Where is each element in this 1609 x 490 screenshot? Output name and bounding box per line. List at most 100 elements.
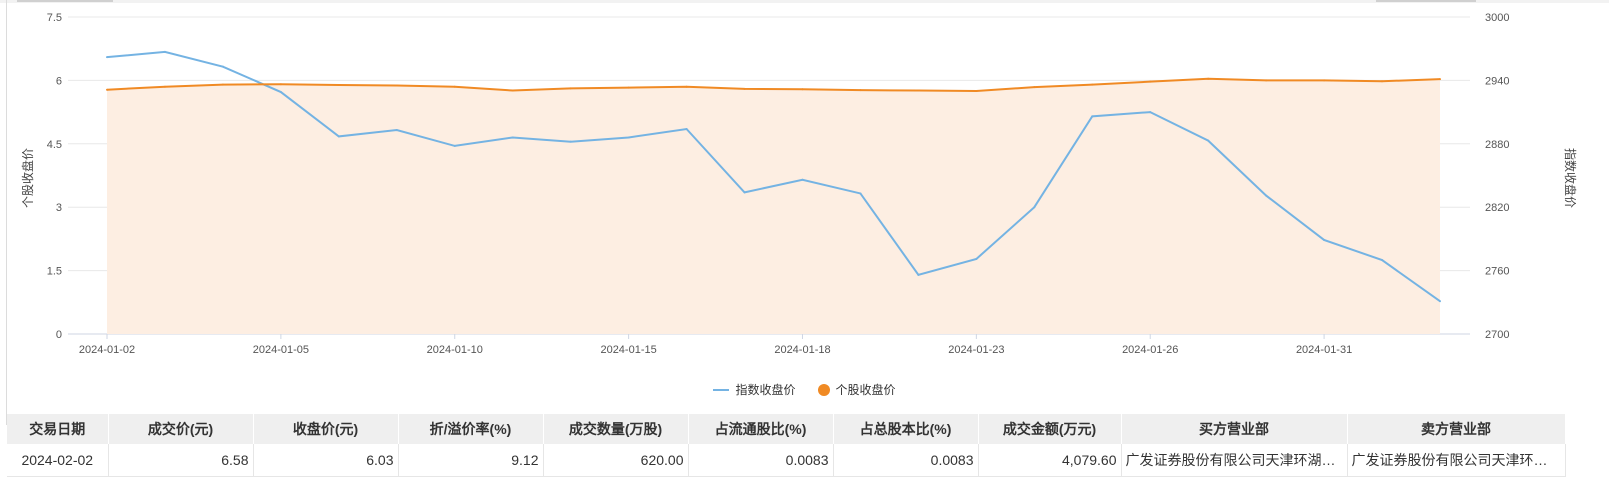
index-data-point — [106, 56, 108, 59]
stock-data-point — [569, 87, 572, 90]
price-chart: 0 1.5 3 4.5 6 7.5 2700 2760 2820 2880 2940 3000 20… — [20, 12, 1578, 356]
cell-premium-rate: 9.12 — [398, 444, 544, 477]
cell-seller[interactable]: 广发证券股份有限公司天津环… — [1347, 444, 1566, 477]
stock-data-point — [395, 84, 398, 87]
index-data-point — [337, 135, 340, 138]
stock-data-point — [859, 89, 862, 92]
index-data-point — [1439, 300, 1441, 303]
header-buyer[interactable]: 买方营业部 — [1121, 414, 1348, 444]
x-tick-label: 2024-01-31 — [1296, 344, 1352, 356]
index-data-point — [1265, 194, 1268, 197]
stock-data-point — [163, 85, 166, 88]
x-tick-label: 2024-01-05 — [253, 344, 309, 356]
stock-close-area — [107, 78, 1440, 334]
stock-data-point — [975, 89, 978, 92]
header-trade-date[interactable]: 交易日期 — [7, 414, 109, 444]
table-header-row: 交易日期 成交价(元) 收盘价(元) 折/溢价率(%) 成交数量(万股) 占流通… — [7, 414, 1566, 444]
index-data-point — [1091, 115, 1094, 118]
right-tick-label: 2940 — [1485, 75, 1509, 87]
stock-data-point — [1265, 79, 1268, 82]
left-tick-label: 0 — [56, 329, 62, 341]
cell-close-price: 6.03 — [253, 444, 399, 477]
header-amount[interactable]: 成交金额(万元) — [978, 414, 1122, 444]
right-tick-label: 2880 — [1485, 139, 1509, 151]
index-data-point — [569, 140, 572, 143]
header-total-ratio[interactable]: 占总股本比(%) — [833, 414, 979, 444]
left-tick-label: 3 — [56, 202, 62, 214]
stock-data-point — [1033, 86, 1036, 89]
left-axis-title: 个股收盘价 — [20, 148, 35, 208]
left-tick-label: 7.5 — [47, 12, 62, 24]
table-row: 2024-02-02 6.58 6.03 9.12 620.00 0.0083 … — [7, 444, 1566, 477]
index-data-point — [917, 273, 920, 276]
stock-data-point — [1381, 80, 1384, 83]
legend-label-stock: 个股收盘价 — [835, 383, 896, 397]
cell-deal-price: 6.58 — [108, 444, 254, 477]
stock-data-point — [453, 85, 456, 88]
stock-data-point — [1149, 80, 1152, 83]
legend-dot-icon — [817, 383, 830, 396]
stock-data-point — [685, 85, 688, 88]
stock-data-point — [1207, 77, 1210, 80]
left-tick-label: 6 — [56, 75, 62, 87]
legend-item-index[interactable]: 指数收盘价 — [713, 381, 796, 398]
index-data-point — [1207, 139, 1210, 142]
right-tick-label: 2820 — [1485, 202, 1509, 214]
stock-data-point — [1091, 83, 1094, 86]
index-data-point — [279, 91, 282, 94]
stock-data-point — [801, 88, 804, 91]
right-tick-label: 3000 — [1485, 12, 1509, 24]
header-volume[interactable]: 成交数量(万股) — [543, 414, 689, 444]
header-premium-rate[interactable]: 折/溢价率(%) — [398, 414, 544, 444]
right-axis-ticks: 2700 2760 2820 2880 2940 3000 — [1485, 12, 1509, 341]
stock-data-point — [106, 88, 108, 91]
stock-data-point — [743, 87, 746, 90]
header-deal-price[interactable]: 成交价(元) — [108, 414, 254, 444]
right-tick-label: 2760 — [1485, 266, 1509, 278]
index-data-point — [511, 136, 514, 139]
stock-data-point — [279, 83, 282, 86]
stock-data-point — [917, 89, 920, 92]
cell-float-ratio: 0.0083 — [688, 444, 834, 477]
index-data-point — [859, 192, 862, 195]
index-data-point — [453, 144, 456, 147]
legend-label-index: 指数收盘价 — [735, 383, 796, 397]
cell-volume: 620.00 — [543, 444, 689, 477]
stock-data-point — [1323, 79, 1326, 82]
x-tick-label: 2024-01-26 — [1122, 344, 1178, 356]
legend-item-stock[interactable]: 个股收盘价 — [817, 381, 896, 398]
stock-data-point — [627, 86, 630, 89]
stock-data-point — [221, 83, 224, 86]
index-data-point — [395, 129, 398, 132]
index-data-point — [1149, 111, 1152, 114]
index-data-point — [627, 136, 630, 139]
legend-line-icon — [713, 388, 730, 391]
header-seller[interactable]: 卖方营业部 — [1347, 414, 1566, 444]
index-data-point — [975, 257, 978, 260]
x-tick-label: 2024-01-23 — [948, 344, 1004, 356]
index-data-point — [1381, 259, 1384, 262]
header-close-price[interactable]: 收盘价(元) — [253, 414, 399, 444]
cell-amount: 4,079.60 — [978, 444, 1122, 477]
index-data-point — [743, 191, 746, 194]
block-trade-table: 交易日期 成交价(元) 收盘价(元) 折/溢价率(%) 成交数量(万股) 占流通… — [7, 414, 1566, 477]
x-axis-ticks: 2024-01-02 2024-01-05 2024-01-10 2024-01-15… — [79, 334, 1352, 356]
x-tick-label: 2024-01-15 — [600, 344, 656, 356]
index-data-point — [163, 50, 166, 53]
cell-trade-date: 2024-02-02 — [7, 444, 109, 477]
cell-buyer[interactable]: 广发证券股份有限公司天津环湖… — [1121, 444, 1348, 477]
right-axis-title: 指数收盘价 — [1563, 148, 1578, 208]
right-tick-label: 2700 — [1485, 329, 1509, 341]
stock-data-point — [337, 84, 340, 87]
stock-data-point — [1439, 78, 1441, 81]
x-tick-label: 2024-01-18 — [774, 344, 830, 356]
index-data-point — [1033, 206, 1036, 209]
stock-data-point — [511, 89, 514, 92]
index-data-point — [221, 65, 224, 68]
index-data-point — [1323, 238, 1326, 241]
index-data-point — [685, 128, 688, 131]
header-float-ratio[interactable]: 占流通股比(%) — [688, 414, 834, 444]
x-tick-label: 2024-01-10 — [427, 344, 483, 356]
index-data-point — [801, 178, 804, 181]
left-axis-ticks: 0 1.5 3 4.5 6 7.5 — [47, 12, 62, 341]
